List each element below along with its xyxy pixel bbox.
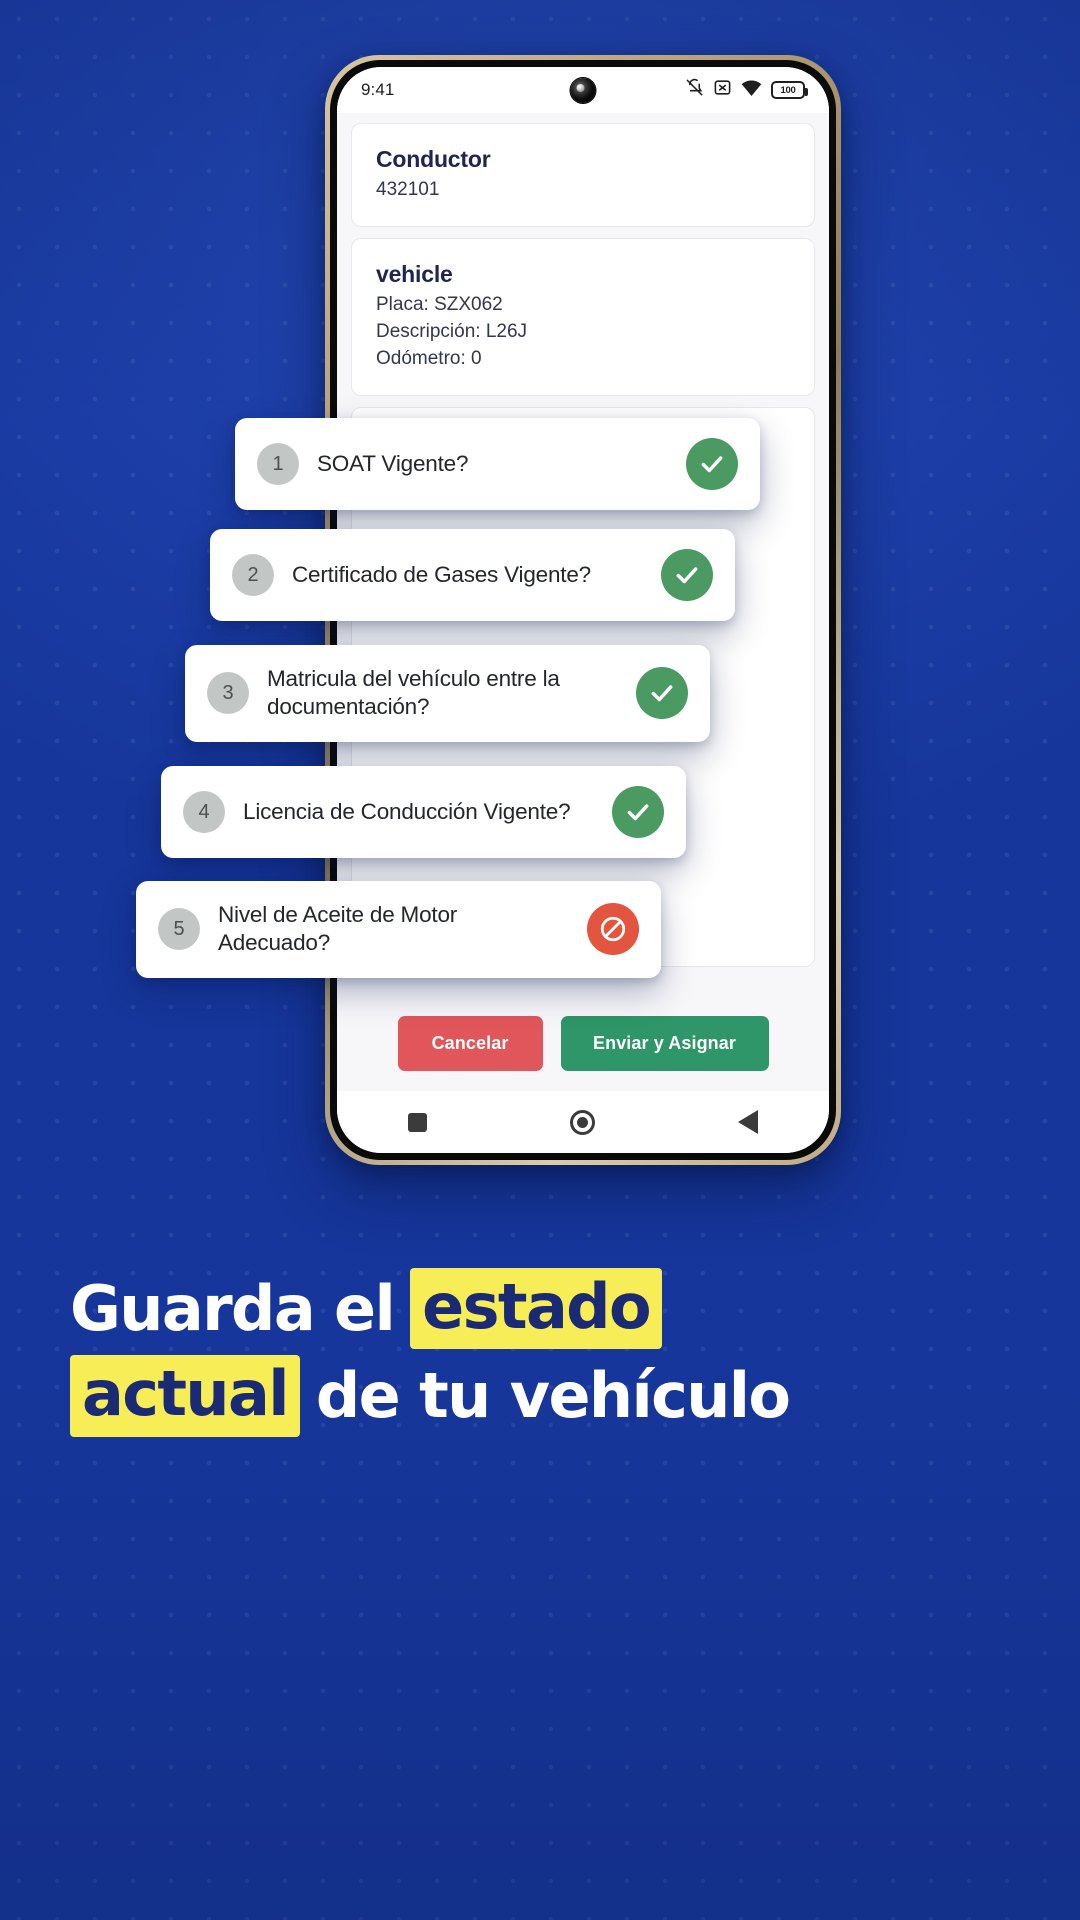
prohibited-icon[interactable] [587,903,639,956]
checklist-item[interactable]: 2 Certificado de Gases Vigente? [210,529,735,621]
front-camera-punch-hole [570,78,596,103]
checklist-item-number: 3 [207,672,249,715]
submit-assign-button[interactable]: Enviar y Asignar [560,1016,769,1071]
checklist-item-question: Licencia de Conducción Vigente? [243,798,571,824]
headline-text-2b: de tu vehículo [315,1359,791,1433]
vehicle-plate: Placa: SZX062 [376,293,503,315]
battery-icon: 100 [771,81,808,99]
action-bar: Cancelar Enviar y Asignar [337,998,829,1091]
promo-headline: Guarda el estado actual de tu vehículo [70,1268,1010,1443]
checklist-item-number: 1 [257,443,299,485]
circle-icon[interactable] [569,1109,595,1135]
vehicle-odometer: Odómetro: 0 [376,347,482,369]
check-icon[interactable] [636,667,688,720]
status-bar: 9:41 100 [337,67,829,113]
checklist-item[interactable]: 4 Licencia de Conducción Vigente? [161,766,686,858]
square-icon[interactable] [408,1112,428,1132]
checklist-item-question: Nivel de Aceite de Motor Adecuado? [218,902,458,956]
check-icon[interactable] [612,786,664,838]
triangle-back-icon[interactable] [737,1110,758,1134]
status-bar-icons: 100 [685,78,808,102]
headline-highlight-1: estado [410,1268,662,1350]
vehicle-description: Descripción: L26J [376,320,528,342]
notifications-muted-icon [685,78,704,102]
headline-line-1: Guarda el estado [70,1268,1010,1350]
driver-card-id: 432101 [376,179,440,200]
android-nav-bar [337,1091,829,1153]
checklist-item-number: 4 [183,791,225,833]
driver-card-title: Conductor [376,146,491,172]
headline-highlight-2: actual [70,1355,300,1437]
headline-text-1a: Guarda el [70,1272,396,1345]
check-icon[interactable] [686,438,738,490]
vehicle-card-title: vehicle [376,260,453,287]
wifi-icon [741,79,762,102]
checklist-item[interactable]: 3 Matricula del vehículo entre la docume… [185,645,710,742]
driver-card: Conductor 432101 [351,123,815,227]
checklist-item-question: Matricula del vehículo entre la document… [267,666,560,720]
headline-line-2: actual de tu vehículo [70,1355,1010,1437]
check-icon[interactable] [661,549,713,601]
checklist-item-question: SOAT Vigente? [317,450,469,476]
battery-level-text: 100 [780,84,796,96]
sim-off-icon [713,78,732,102]
checklist-item-number: 2 [232,554,274,596]
checklist-item[interactable]: 1 SOAT Vigente? [235,418,760,510]
checklist-item-number: 5 [158,908,200,951]
cancel-button[interactable]: Cancelar [397,1016,543,1071]
vehicle-card: vehicle Placa: SZX062 Descripción: L26J … [351,237,815,396]
checklist-item[interactable]: 5 Nivel de Aceite de Motor Adecuado? [136,881,661,978]
status-bar-time: 9:41 [361,80,395,99]
checklist-item-question: Certificado de Gases Vigente? [292,561,591,587]
